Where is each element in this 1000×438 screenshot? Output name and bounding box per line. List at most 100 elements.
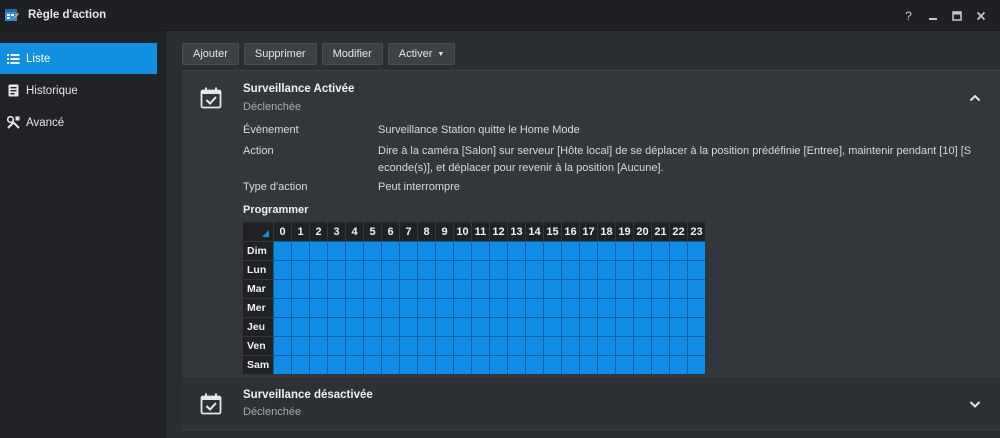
- schedule-cell[interactable]: [435, 336, 453, 355]
- delete-button[interactable]: Supprimer: [243, 43, 317, 65]
- schedule-cell[interactable]: [687, 279, 705, 298]
- schedule-cell[interactable]: [669, 241, 687, 260]
- schedule-cell[interactable]: [471, 279, 489, 298]
- schedule-cell[interactable]: [327, 317, 345, 336]
- schedule-cell[interactable]: [309, 241, 327, 260]
- schedule-cell[interactable]: [327, 298, 345, 317]
- schedule-cell[interactable]: [291, 241, 309, 260]
- schedule-cell[interactable]: [597, 279, 615, 298]
- schedule-cell[interactable]: [633, 279, 651, 298]
- schedule-cell[interactable]: [579, 279, 597, 298]
- schedule-cell[interactable]: [327, 241, 345, 260]
- schedule-cell[interactable]: [507, 336, 525, 355]
- hour-header[interactable]: 4: [345, 222, 363, 241]
- activate-dropdown-button[interactable]: Activer ▼: [387, 43, 456, 65]
- schedule-cell[interactable]: [615, 298, 633, 317]
- schedule-cell[interactable]: [453, 298, 471, 317]
- schedule-cell[interactable]: [543, 260, 561, 279]
- day-header[interactable]: Lun: [243, 260, 273, 279]
- schedule-cell[interactable]: [597, 355, 615, 374]
- schedule-cell[interactable]: [633, 241, 651, 260]
- schedule-cell[interactable]: [345, 241, 363, 260]
- minimize-icon[interactable]: [921, 6, 944, 26]
- day-header[interactable]: Ven: [243, 336, 273, 355]
- schedule-cell[interactable]: [507, 355, 525, 374]
- hour-header[interactable]: 13: [507, 222, 525, 241]
- schedule-cell[interactable]: [615, 317, 633, 336]
- schedule-cell[interactable]: [561, 355, 579, 374]
- schedule-cell[interactable]: [363, 317, 381, 336]
- schedule-cell[interactable]: [435, 355, 453, 374]
- schedule-cell[interactable]: [579, 336, 597, 355]
- schedule-cell[interactable]: [381, 355, 399, 374]
- schedule-cell[interactable]: [453, 336, 471, 355]
- schedule-cell[interactable]: [381, 317, 399, 336]
- schedule-cell[interactable]: [273, 317, 291, 336]
- hour-header[interactable]: 9: [435, 222, 453, 241]
- schedule-cell[interactable]: [417, 279, 435, 298]
- schedule-cell[interactable]: [489, 260, 507, 279]
- schedule-cell[interactable]: [651, 355, 669, 374]
- schedule-cell[interactable]: [435, 279, 453, 298]
- schedule-cell[interactable]: [579, 298, 597, 317]
- schedule-cell[interactable]: [507, 317, 525, 336]
- schedule-cell[interactable]: [669, 279, 687, 298]
- schedule-cell[interactable]: [471, 298, 489, 317]
- schedule-cell[interactable]: [525, 279, 543, 298]
- sidebar-item-avance[interactable]: Avancé: [0, 107, 157, 138]
- hour-header[interactable]: 3: [327, 222, 345, 241]
- schedule-cell[interactable]: [489, 317, 507, 336]
- schedule-cell[interactable]: [669, 260, 687, 279]
- schedule-cell[interactable]: [381, 336, 399, 355]
- schedule-cell[interactable]: [291, 298, 309, 317]
- schedule-cell[interactable]: [543, 355, 561, 374]
- schedule-cell[interactable]: [579, 317, 597, 336]
- schedule-cell[interactable]: [381, 241, 399, 260]
- schedule-cell[interactable]: [345, 355, 363, 374]
- schedule-cell[interactable]: [471, 241, 489, 260]
- schedule-cell[interactable]: [345, 260, 363, 279]
- schedule-cell[interactable]: [651, 279, 669, 298]
- schedule-cell[interactable]: [471, 317, 489, 336]
- schedule-cell[interactable]: [327, 260, 345, 279]
- schedule-cell[interactable]: [381, 298, 399, 317]
- schedule-cell[interactable]: [651, 241, 669, 260]
- schedule-cell[interactable]: [381, 279, 399, 298]
- schedule-cell[interactable]: [543, 317, 561, 336]
- schedule-cell[interactable]: [363, 298, 381, 317]
- schedule-cell[interactable]: [561, 260, 579, 279]
- hour-header[interactable]: 6: [381, 222, 399, 241]
- rule-item[interactable]: Surveillance désactivée Déclenchée: [182, 378, 1000, 430]
- hour-header[interactable]: 0: [273, 222, 291, 241]
- schedule-cell[interactable]: [525, 336, 543, 355]
- schedule-cell[interactable]: [309, 336, 327, 355]
- schedule-cell[interactable]: [633, 298, 651, 317]
- schedule-cell[interactable]: [471, 355, 489, 374]
- schedule-cell[interactable]: [399, 317, 417, 336]
- schedule-cell[interactable]: [615, 279, 633, 298]
- day-header[interactable]: Sam: [243, 355, 273, 374]
- schedule-cell[interactable]: [417, 298, 435, 317]
- schedule-cell[interactable]: [525, 241, 543, 260]
- chevron-up-icon[interactable]: [968, 91, 982, 105]
- schedule-cell[interactable]: [669, 355, 687, 374]
- schedule-cell[interactable]: [435, 298, 453, 317]
- schedule-cell[interactable]: [273, 298, 291, 317]
- schedule-cell[interactable]: [273, 355, 291, 374]
- schedule-cell[interactable]: [471, 336, 489, 355]
- schedule-cell[interactable]: [687, 336, 705, 355]
- schedule-cell[interactable]: [453, 317, 471, 336]
- schedule-cell[interactable]: [273, 260, 291, 279]
- schedule-cell[interactable]: [309, 355, 327, 374]
- schedule-cell[interactable]: [615, 336, 633, 355]
- schedule-cell[interactable]: [561, 317, 579, 336]
- hour-header[interactable]: 22: [669, 222, 687, 241]
- schedule-cell[interactable]: [597, 317, 615, 336]
- maximize-icon[interactable]: [945, 6, 968, 26]
- schedule-cell[interactable]: [561, 279, 579, 298]
- schedule-cell[interactable]: [363, 336, 381, 355]
- schedule-cell[interactable]: [669, 317, 687, 336]
- schedule-cell[interactable]: [417, 336, 435, 355]
- schedule-cell[interactable]: [309, 317, 327, 336]
- schedule-cell[interactable]: [543, 336, 561, 355]
